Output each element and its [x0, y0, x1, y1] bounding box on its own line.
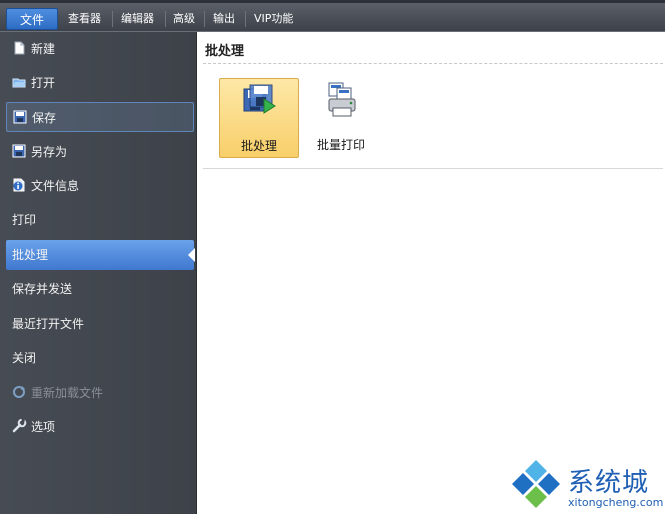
watermark-name: 系统城 [568, 468, 650, 498]
panel-divider [203, 168, 663, 169]
sidebar-item-label: 重新加载文件 [31, 386, 104, 400]
backstage-sidebar: 新建 打开 保存 另存为 文件信息 打印 批处理 保存并发送 最近打开文件 关闭 [0, 32, 197, 514]
sidebar-item-options[interactable]: 选项 [6, 412, 194, 442]
sidebar-item-label: 最近打开文件 [12, 317, 85, 331]
sidebar-item-print[interactable]: 打印 [6, 205, 194, 235]
batch-process-label: 批处理 [240, 139, 277, 153]
menu-separator [112, 11, 113, 27]
reload-icon [12, 380, 27, 398]
menu-tab-advanced[interactable]: 高级 [169, 8, 199, 30]
menu-separator [204, 11, 205, 27]
active-indicator-arrow [188, 248, 195, 262]
menu-tab-editor[interactable]: 编辑器 [117, 8, 158, 30]
menu-separator [165, 11, 166, 27]
open-folder-icon [12, 70, 27, 88]
sidebar-item-label: 新建 [31, 42, 56, 56]
sidebar-item-label: 另存为 [31, 145, 68, 159]
info-icon [12, 173, 27, 192]
save-disk-icon [13, 105, 28, 124]
new-document-icon [12, 36, 27, 55]
sidebar-item-label: 文件信息 [31, 179, 80, 193]
batch-process-button[interactable]: 批处理 [219, 78, 299, 158]
sidebar-item-label: 关闭 [12, 351, 37, 365]
sidebar-item-file-info[interactable]: 文件信息 [6, 171, 194, 201]
sidebar-item-save-and-send[interactable]: 保存并发送 [6, 274, 194, 304]
menu-separator [245, 11, 246, 27]
sidebar-item-save[interactable]: 保存 [6, 102, 194, 132]
sidebar-item-new[interactable]: 新建 [6, 34, 194, 64]
sidebar-item-open[interactable]: 打开 [6, 68, 194, 98]
sidebar-item-label: 批处理 [12, 248, 49, 262]
sidebar-item-label: 打印 [12, 213, 37, 227]
wrench-icon [12, 414, 27, 433]
batch-print-label: 批量打印 [316, 138, 365, 152]
menu-tab-vip[interactable]: VIP功能 [250, 8, 297, 30]
batch-print-icon [328, 82, 356, 117]
watermark: 系统城 xitongcheng.com [508, 456, 664, 512]
sidebar-item-close[interactable]: 关闭 [6, 343, 194, 373]
batch-panel: 批处理 批处理 批量打印 [197, 32, 665, 514]
title-divider [203, 63, 663, 64]
page-title: 批处理 [205, 44, 245, 59]
watermark-logo-icon [512, 460, 560, 508]
batch-save-icon [243, 84, 276, 114]
sidebar-item-label: 打开 [31, 76, 56, 90]
sidebar-item-label: 选项 [31, 420, 56, 434]
sidebar-item-label: 保存 [32, 111, 57, 125]
watermark-url: xitongcheng.com [568, 496, 664, 509]
menu-bar: 文件 查看器 编辑器 高级 输出 VIP功能 [0, 0, 665, 32]
sidebar-item-recent-files[interactable]: 最近打开文件 [6, 309, 194, 339]
sidebar-item-save-as[interactable]: 另存为 [6, 137, 194, 167]
batch-print-button[interactable]: 批量打印 [301, 78, 381, 158]
menu-tab-viewer[interactable]: 查看器 [64, 8, 105, 30]
save-as-icon [12, 139, 27, 158]
sidebar-item-batch[interactable]: 批处理 [6, 240, 195, 270]
sidebar-item-reload: 重新加载文件 [6, 378, 194, 408]
menu-tab-file[interactable]: 文件 [6, 8, 58, 30]
menu-tab-output[interactable]: 输出 [209, 8, 239, 30]
sidebar-item-label: 保存并发送 [12, 282, 73, 296]
